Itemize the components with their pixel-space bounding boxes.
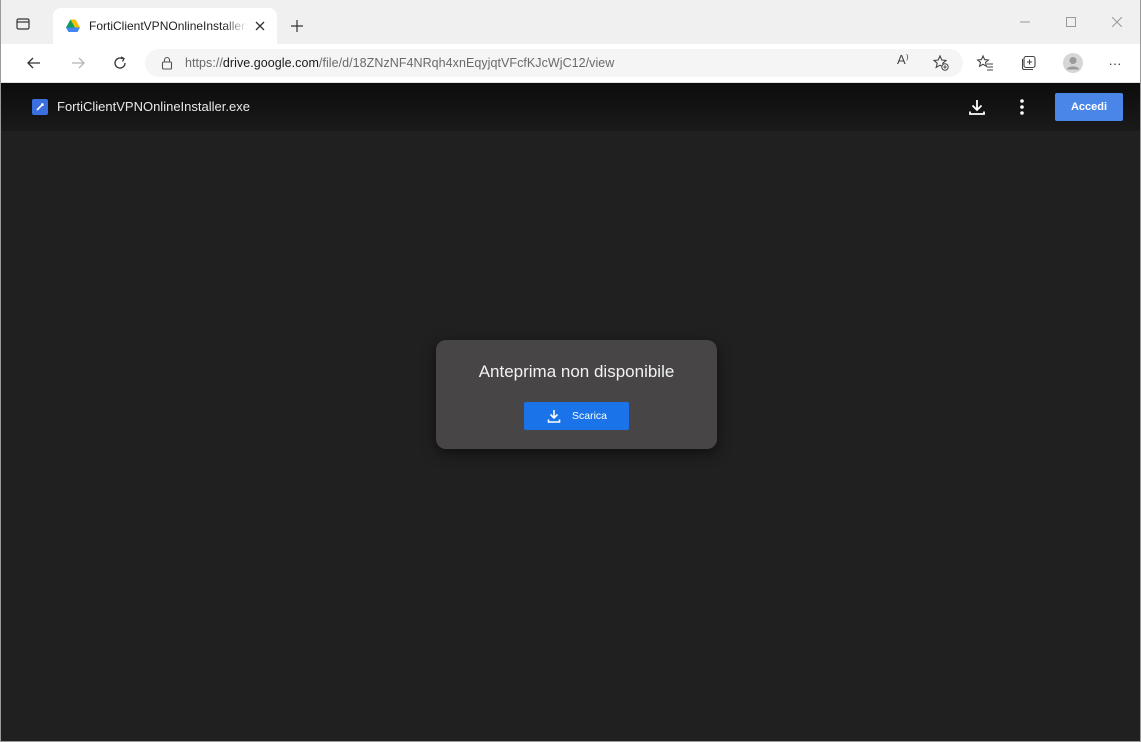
url-scheme: https:// <box>185 56 223 70</box>
read-aloud-icon[interactable]: A⁾ <box>897 52 909 68</box>
no-preview-dialog: Anteprima non disponibile Scarica <box>436 340 717 449</box>
minimize-icon[interactable] <box>1002 0 1048 44</box>
address-bar[interactable]: https://drive.google.com/file/d/18ZNzNF4… <box>145 49 963 77</box>
add-favorite-icon[interactable] <box>932 54 950 72</box>
favorites-icon[interactable] <box>974 52 996 74</box>
lock-icon[interactable] <box>160 56 174 70</box>
close-icon[interactable] <box>251 17 269 35</box>
google-drive-icon <box>65 18 81 34</box>
forward-arrow-icon[interactable] <box>67 52 89 74</box>
drive-viewer: FortiClientVPNOnlineInstaller.exe Accedi… <box>1 83 1140 741</box>
viewer-header: FortiClientVPNOnlineInstaller.exe Accedi <box>1 83 1140 131</box>
tab-actions-icon[interactable] <box>15 16 31 32</box>
refresh-icon[interactable] <box>109 52 131 74</box>
tab-strip: FortiClientVPNOnlineInstaller.exe <box>1 0 1140 44</box>
back-arrow-icon[interactable] <box>23 52 45 74</box>
url-host: drive.google.com <box>222 56 319 70</box>
maximize-icon[interactable] <box>1048 0 1094 44</box>
close-window-icon[interactable] <box>1094 0 1140 44</box>
browser-toolbar: https://drive.google.com/file/d/18ZNzNF4… <box>1 44 1140 83</box>
download-button[interactable]: Scarica <box>524 402 629 430</box>
download-label: Scarica <box>571 410 607 422</box>
collections-icon[interactable] <box>1018 52 1040 74</box>
more-icon[interactable]: ··· <box>1104 52 1126 74</box>
no-preview-message: Anteprima non disponibile <box>478 362 675 381</box>
more-vert-icon[interactable] <box>1013 96 1031 118</box>
tab-title: FortiClientVPNOnlineInstaller.exe <box>89 19 247 33</box>
url-path: /file/d/18ZNzNF4NRqh4xnEqyjqtVFcfKJcWjC1… <box>318 56 615 70</box>
file-name: FortiClientVPNOnlineInstaller.exe <box>57 99 250 114</box>
tab-active[interactable]: FortiClientVPNOnlineInstaller.exe <box>53 8 277 44</box>
download-icon <box>547 410 561 423</box>
window-controls <box>1002 0 1140 44</box>
browser-window: FortiClientVPNOnlineInstaller.exe <box>0 0 1141 742</box>
profile-icon[interactable] <box>1062 52 1084 74</box>
signin-button[interactable]: Accedi <box>1055 93 1123 121</box>
download-icon[interactable] <box>966 96 988 118</box>
file-type-icon <box>32 99 48 115</box>
plus-icon[interactable] <box>287 16 307 36</box>
url-text[interactable]: https://drive.google.com/file/d/18ZNzNF4… <box>185 56 614 70</box>
